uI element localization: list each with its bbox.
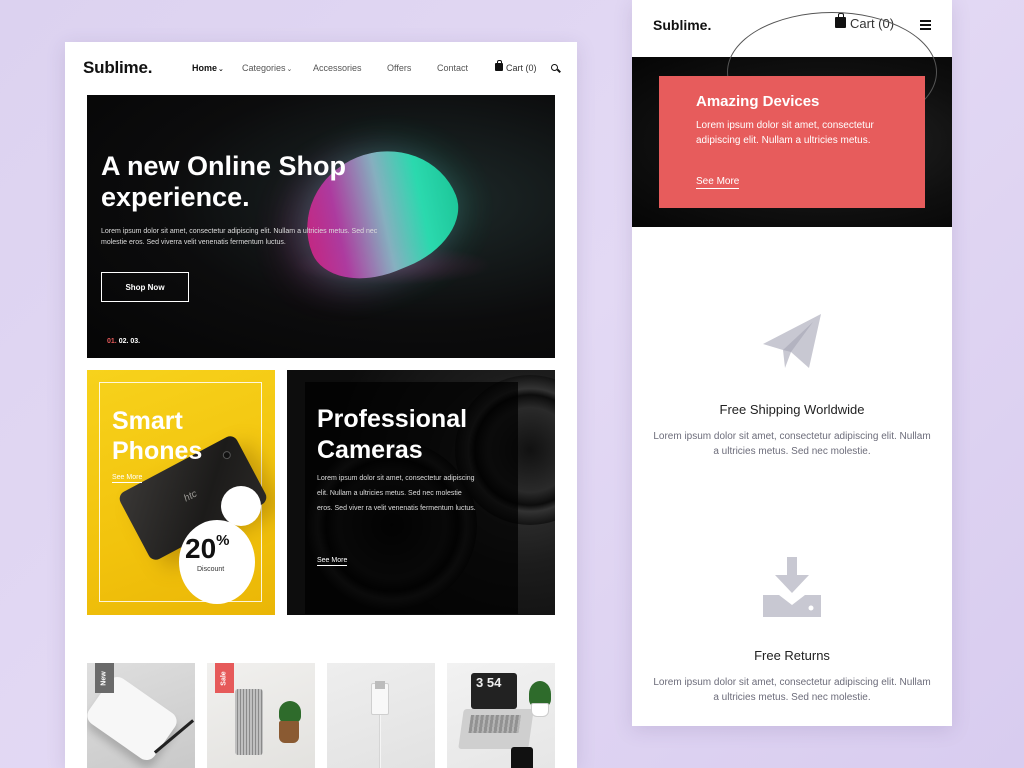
smart-phones-promo[interactable]: htc Smart Phones See More 20% Discount [87,370,275,615]
discount-bubble-small [221,486,261,526]
laptop-image [458,709,534,749]
phone-image [511,747,533,768]
see-more-link[interactable]: See More [112,474,143,483]
nav-home[interactable]: Home⌄ [192,63,224,73]
see-more-link[interactable]: See More [317,557,348,566]
discount-number: 20 [185,533,217,564]
cable-image [379,715,381,768]
plant-image [279,701,301,723]
see-more-link[interactable]: See More [696,176,740,189]
shopping-bag-icon [495,60,503,71]
promo-description: Lorem ipsum dolor sit amet, consectetur … [317,475,476,512]
usb-connector [375,681,385,689]
feature-title-returns: Free Returns [754,648,830,663]
hero-title: A new Online Shop experience. [101,151,347,212]
nav-categories[interactable]: Categories⌄ [242,63,292,73]
nav-categories-label: Categories [242,63,286,73]
slide-3[interactable]: 03. [130,338,140,345]
chevron-down-icon: ⌄ [218,66,224,73]
discount-label: Discount [197,566,225,573]
feature-text-returns: Lorem ipsum dolor sit amet, consectetur … [653,677,931,703]
promo-title: Professional Cameras [317,405,468,464]
site-logo[interactable]: Sublime. [653,17,711,33]
new-badge: New [95,663,114,693]
pot-image [531,703,549,717]
product-card[interactable]: 3 54 [447,663,555,768]
flip-clock-image: 3 54 [471,673,517,709]
top-navigation: Sublime. Home⌄ Categories⌄ Accessories O… [65,42,577,94]
nav-contact[interactable]: Contact [437,63,468,73]
slide-2[interactable]: 02. [119,338,129,345]
nav-accessories[interactable]: Accessories [313,63,362,73]
download-tray-icon [763,557,821,617]
search-icon[interactable] [551,64,558,71]
product-card[interactable]: Sale [207,663,315,768]
card-title: Amazing Devices [696,93,820,110]
site-logo[interactable]: Sublime. [83,58,152,78]
product-card[interactable] [327,663,435,768]
product-card[interactable]: New [87,663,195,768]
amazing-devices-card: Amazing Devices Lorem ipsum dolor sit am… [659,76,925,208]
slide-indicator: 01. 02. 03. [107,338,140,345]
promo-title: Smart Phones [112,407,203,465]
cameras-promo[interactable]: Professional Cameras Lorem ipsum dolor s… [287,370,555,615]
cart-label: Cart (0) [506,63,537,73]
badge-label: New [101,670,108,686]
badge-label: Sale [221,670,228,686]
nav-offers[interactable]: Offers [387,63,411,73]
slide-1[interactable]: 01. [107,338,117,345]
desktop-preview: Sublime. Home⌄ Categories⌄ Accessories O… [65,42,577,768]
feature-title-shipping: Free Shipping Worldwide [719,402,865,417]
shop-now-button[interactable]: Shop Now [101,272,189,302]
hero-banner: A new Online Shop experience. Lorem ipsu… [87,95,555,358]
chevron-down-icon: ⌄ [286,66,293,73]
speaker-image [235,689,263,755]
cart-button[interactable]: Cart (0) [495,60,537,73]
hero-description: Lorem ipsum dolor sit amet, consectetur … [101,228,378,246]
paper-plane-icon [763,314,821,368]
discount-value: 20% [185,531,230,565]
nav-home-label: Home [192,63,218,73]
percent-sign: % [216,531,230,549]
pot-image [279,721,299,743]
feature-text-shipping: Lorem ipsum dolor sit amet, consectetur … [653,431,931,457]
menu-icon[interactable] [920,20,931,30]
sale-badge: Sale [215,663,234,693]
card-description: Lorem ipsum dolor sit amet, consectetur … [696,120,874,146]
phone-brand: htc [182,488,200,505]
mobile-preview: Sublime. Cart (0) Amazing Devices Lorem … [632,0,952,726]
